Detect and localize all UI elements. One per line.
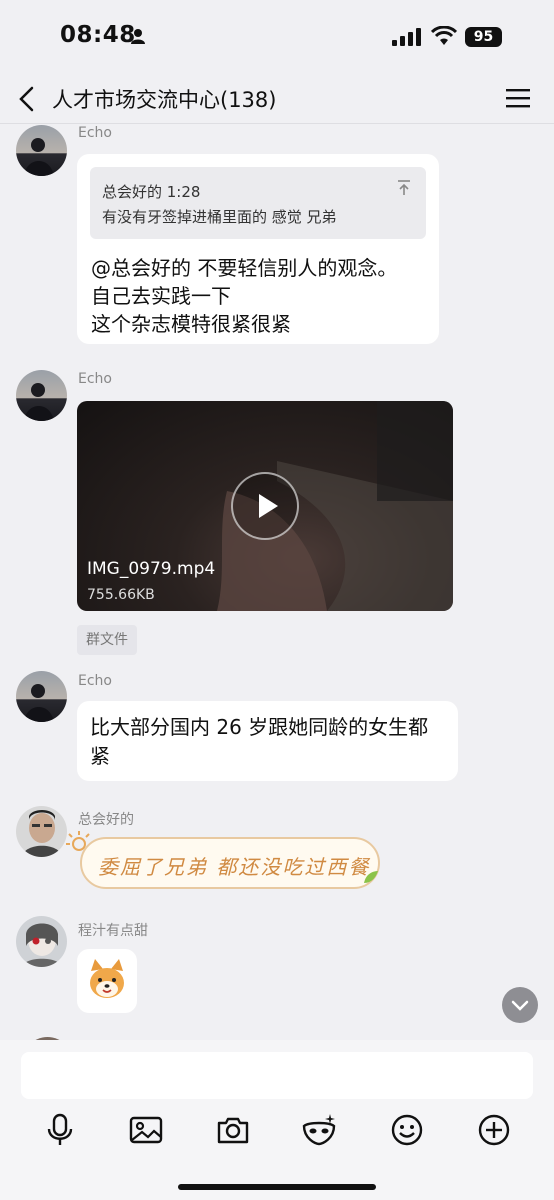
sender-name: Echo — [78, 125, 112, 141]
message-line: @总会好的 不要轻信别人的观念。 — [91, 256, 398, 280]
home-indicator — [178, 1184, 376, 1190]
sender-name: 程汁有点甜 — [78, 923, 148, 939]
play-icon — [259, 494, 278, 518]
message-bubble[interactable]: 比大部分国内 26 岁跟她同龄的女生都 紧 — [77, 701, 458, 781]
menu-icon[interactable] — [505, 87, 531, 109]
chat-area[interactable]: Echo 总会好的 1:28 有没有牙签掉进桶里面的 感觉 兄弟 @总会好的 不… — [0, 125, 554, 1040]
avatar[interactable] — [16, 125, 67, 176]
status-bar: 08:48 95 — [0, 0, 554, 74]
emoji-message[interactable] — [77, 949, 137, 1013]
sender-name: Echo — [78, 673, 112, 689]
chat-header: 人才市场交流中心(138) — [0, 74, 554, 124]
person-icon — [131, 29, 145, 44]
avatar-figure — [24, 138, 54, 176]
quote-author: 总会好的 1:28 — [102, 183, 201, 201]
avatar-figure — [22, 923, 62, 967]
leaf-icon — [364, 871, 378, 883]
back-icon[interactable] — [14, 84, 40, 114]
scroll-to-bottom-button[interactable] — [502, 987, 538, 1023]
sender-name: 总会好的 — [78, 812, 134, 828]
avatar-figure — [22, 810, 62, 857]
avatar-figure — [24, 684, 54, 722]
voice-icon[interactable] — [42, 1112, 78, 1148]
emoji-icon[interactable] — [389, 1112, 425, 1148]
avatar[interactable] — [16, 916, 67, 967]
avatar[interactable] — [16, 671, 67, 722]
avatar[interactable] — [16, 370, 67, 421]
plus-icon[interactable] — [476, 1112, 512, 1148]
message-bubble[interactable]: 总会好的 1:28 有没有牙签掉进桶里面的 感觉 兄弟 @总会好的 不要轻信别人… — [77, 154, 439, 344]
message-line: 紧 — [90, 744, 110, 768]
sticker-message[interactable]: 委屈了兄弟 都还没吃过西餐 — [80, 837, 380, 889]
sticker-text: 委屈了兄弟 都还没吃过西餐 — [98, 855, 371, 879]
play-button[interactable] — [231, 472, 299, 540]
battery-indicator: 95 — [465, 27, 502, 47]
message-input[interactable] — [21, 1052, 533, 1099]
message-line: 自己去实践一下 — [91, 284, 231, 308]
mask-icon[interactable] — [301, 1112, 337, 1148]
chevron-down-icon — [511, 1000, 529, 1011]
image-icon[interactable] — [128, 1112, 164, 1148]
wifi-icon — [431, 26, 457, 45]
signal-icon — [392, 28, 421, 46]
video-filename: IMG_0979.mp4 — [87, 559, 216, 579]
video-size: 755.66KB — [87, 587, 155, 603]
jump-to-top-icon[interactable] — [396, 179, 412, 197]
video-message[interactable]: IMG_0979.mp4 755.66KB — [77, 401, 453, 611]
input-bar — [0, 1040, 554, 1200]
group-title[interactable]: 人才市场交流中心(138) — [52, 84, 276, 114]
status-time: 08:48 — [60, 22, 136, 48]
group-file-tag[interactable]: 群文件 — [77, 625, 137, 655]
sender-name: Echo — [78, 371, 112, 387]
camera-icon[interactable] — [215, 1112, 251, 1148]
quoted-message[interactable]: 总会好的 1:28 有没有牙签掉进桶里面的 感觉 兄弟 — [90, 167, 426, 239]
shiba-dog-sticker-icon — [90, 959, 124, 998]
message-line: 比大部分国内 26 岁跟她同龄的女生都 — [90, 715, 429, 739]
message-line: 这个杂志模特很紧很紧 — [91, 312, 291, 336]
avatar[interactable] — [16, 806, 67, 857]
quote-text: 有没有牙签掉进桶里面的 感觉 兄弟 — [102, 208, 337, 226]
avatar-figure — [24, 383, 54, 421]
